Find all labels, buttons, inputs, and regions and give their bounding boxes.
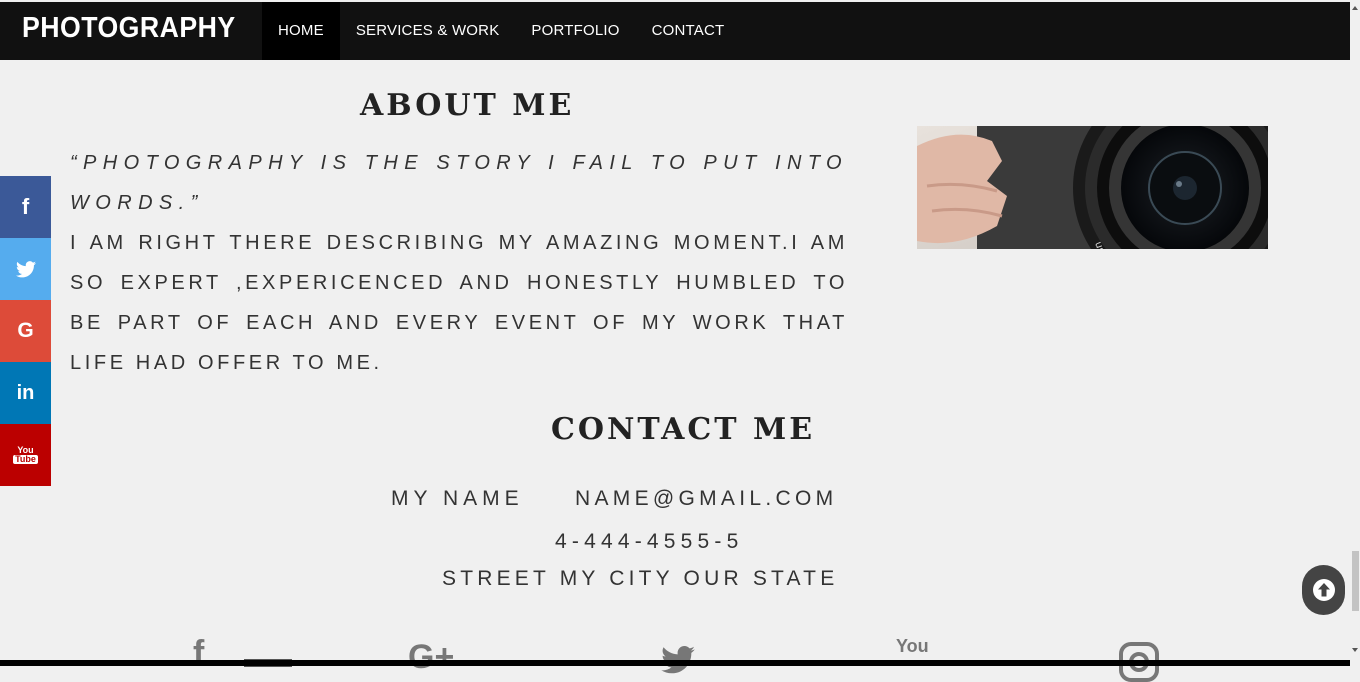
vertical-scrollbar[interactable] xyxy=(1350,0,1360,666)
about-text: I am right there describing my amazing m… xyxy=(70,232,848,374)
twitter-icon xyxy=(15,260,36,277)
social-sidebar: f G in You Tube xyxy=(0,176,51,486)
contact-email[interactable]: NAME@GMAIL.COM xyxy=(575,487,837,511)
brand-logo[interactable]: PHOTOGRAPHY xyxy=(22,12,236,45)
scroll-up-arrow-icon[interactable] xyxy=(1352,6,1358,10)
about-heading: ABOUT ME xyxy=(360,88,575,123)
youtube-icon: You Tube xyxy=(13,445,38,464)
nav-contact[interactable]: CONTACT xyxy=(636,2,741,60)
scroll-to-top-button[interactable] xyxy=(1302,565,1345,615)
footer-facebook-icon[interactable]: f xyxy=(193,634,204,673)
twitter-share-button[interactable] xyxy=(0,238,51,300)
nav-home[interactable]: HOME xyxy=(262,2,340,60)
nav-portfolio[interactable]: PORTFOLIO xyxy=(515,2,635,60)
contact-address: STREET MY CITY OUR STATE xyxy=(442,567,839,590)
about-quote: “Photography is the story I fail to put … xyxy=(70,152,848,214)
contact-phone[interactable]: 4-444-4555-5 xyxy=(555,530,744,554)
nav-links: HOME SERVICES & WORK PORTFOLIO CONTACT xyxy=(262,2,740,60)
scrollbar-thumb[interactable] xyxy=(1352,551,1359,611)
footer-youtube-icon[interactable]: You xyxy=(896,636,929,657)
bottom-bar xyxy=(0,660,1360,666)
linkedin-share-button[interactable]: in xyxy=(0,362,51,424)
google-plus-icon: G xyxy=(17,319,34,342)
camera-lens-image: us xyxy=(917,126,1268,249)
camera-lens-photo: us xyxy=(917,126,1268,249)
footer-google-plus-icon[interactable]: G+ xyxy=(408,638,454,677)
facebook-icon: f xyxy=(21,194,30,219)
arrow-up-circle-icon xyxy=(1312,579,1335,601)
youtube-share-button[interactable]: You Tube xyxy=(0,424,51,486)
contact-name: MY NAME xyxy=(391,487,524,510)
contact-heading: CONTACT ME xyxy=(551,412,816,447)
nav-services-work[interactable]: SERVICES & WORK xyxy=(340,2,516,60)
scroll-down-arrow-icon[interactable] xyxy=(1352,648,1358,652)
top-navbar: PHOTOGRAPHY HOME SERVICES & WORK PORTFOL… xyxy=(0,2,1350,60)
google-plus-share-button[interactable]: G xyxy=(0,300,51,362)
facebook-share-button[interactable]: f xyxy=(0,176,51,238)
linkedin-icon: in xyxy=(16,381,35,404)
